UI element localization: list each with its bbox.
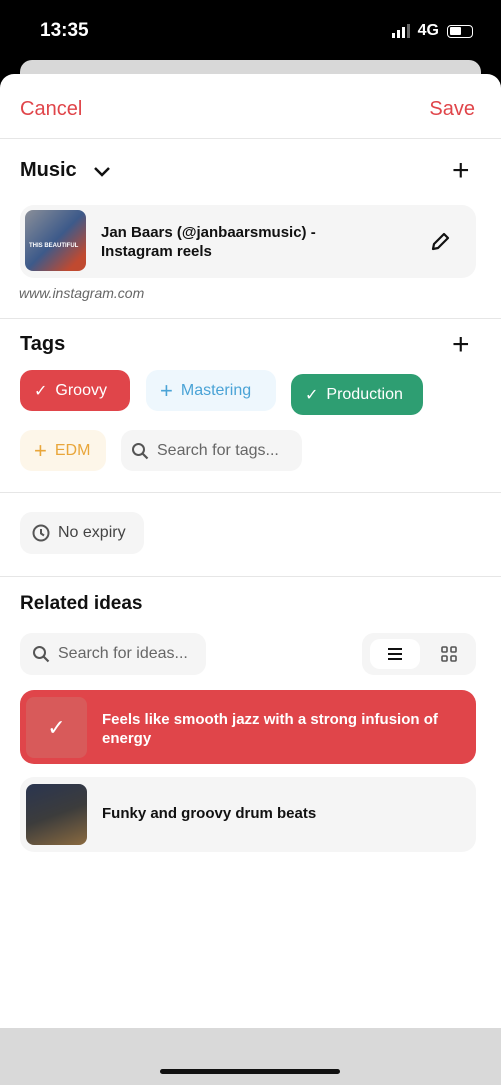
home-indicator[interactable] [160, 1069, 340, 1074]
music-source: www.instagram.com [19, 285, 145, 301]
tag-production[interactable]: ✓ Production [291, 374, 423, 415]
chevron-down-icon [93, 166, 110, 177]
music-title-text: Jan Baars (@janbaarsmusic) - Instagram r… [101, 224, 316, 260]
search-icon [33, 646, 50, 663]
check-icon: ✓ [305, 386, 319, 404]
idea-title: Funky and groovy drum beats [102, 805, 317, 822]
tags-title: Tags [20, 333, 66, 355]
search-icon [132, 442, 149, 459]
tag-groovy[interactable]: ✓ Groovy [20, 370, 130, 411]
add-music-button[interactable]: + [452, 156, 470, 186]
pencil-icon[interactable] [429, 231, 451, 253]
check-icon: ✓ [26, 697, 87, 758]
tag-edm[interactable]: + EDM [20, 430, 106, 471]
divider [0, 576, 501, 577]
list-view-button[interactable] [370, 639, 420, 669]
idea-thumbnail [26, 784, 87, 845]
tag-search-input[interactable]: Search for tags... [121, 430, 302, 471]
battery-icon [447, 24, 473, 38]
idea-item[interactable]: Funky and groovy drum beats [20, 777, 476, 852]
expiry-button[interactable]: No expiry [20, 512, 144, 554]
divider [0, 138, 501, 139]
music-title: Music [20, 159, 77, 181]
grid-view-button[interactable] [430, 639, 468, 669]
divider [0, 318, 501, 319]
ideas-search-input[interactable]: Search for ideas... [20, 633, 206, 675]
plus-icon: + [34, 437, 47, 463]
keyboard-bar [0, 1028, 501, 1085]
status-bar: 13:35 4G [0, 0, 501, 66]
status-time: 13:35 [40, 20, 89, 41]
clock-icon [32, 524, 50, 542]
divider [0, 492, 501, 493]
plus-icon: + [160, 377, 173, 403]
grid-icon [441, 646, 457, 662]
list-icon [388, 648, 402, 660]
add-tag-button[interactable]: + [452, 330, 470, 360]
music-card[interactable]: THIS BEAUTIFUL Jan Baars (@janbaarsmusic… [20, 205, 476, 278]
save-button[interactable]: Save [429, 98, 475, 121]
related-title: Related ideas [20, 593, 143, 614]
idea-item-selected[interactable]: ✓ Feels like smooth jazz with a strong i… [20, 690, 476, 764]
signal-icon [391, 24, 410, 38]
view-toggle [362, 633, 476, 675]
idea-title: Feels like smooth jazz with a strong inf… [102, 711, 438, 747]
network-label: 4G [417, 22, 439, 39]
cancel-button[interactable]: Cancel [20, 98, 82, 121]
music-dropdown[interactable]: Music [20, 159, 111, 182]
check-icon: ✓ [34, 382, 48, 400]
music-thumbnail: THIS BEAUTIFUL [25, 210, 86, 271]
tag-mastering[interactable]: + Mastering [146, 370, 276, 411]
